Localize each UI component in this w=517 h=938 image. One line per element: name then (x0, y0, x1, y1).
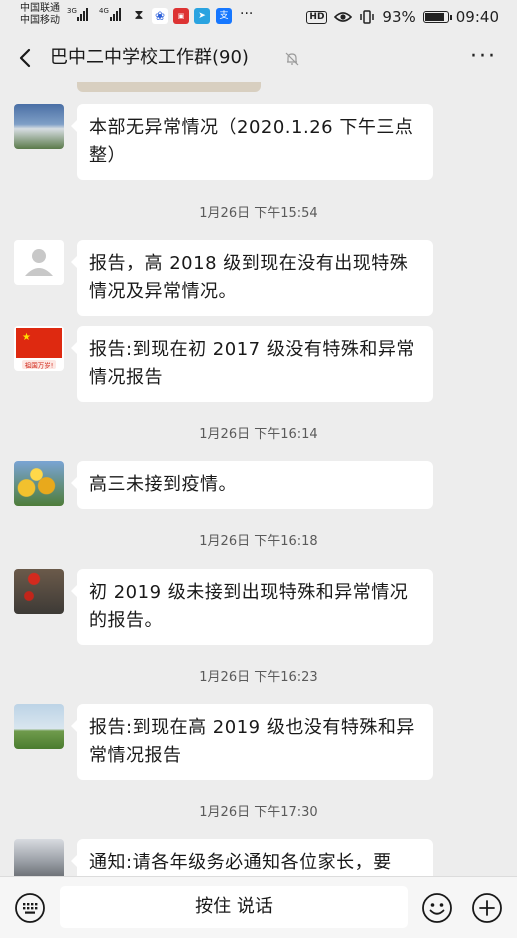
carrier-2: 中国移动 (20, 15, 60, 26)
more-notifications-icon: ··· (240, 6, 254, 22)
message-bubble[interactable]: 报告:到现在初 2017 级没有特殊和异常情况报告 (71, 326, 433, 402)
status-bar: 中国联通 中国移动 3G 4G ⧗ ❀ ▣ ➤ 支 ··· HD 93% 09:… (0, 0, 517, 34)
timestamp: 1月26日 下午16:14 (199, 427, 318, 442)
carrier-1: 中国联通 (20, 3, 60, 14)
signal-icon-1 (77, 8, 88, 21)
chat-header: 巴中二中学校工作群(90) ··· (0, 34, 517, 82)
hd-badge: HD (306, 10, 328, 24)
field-avatar[interactable] (14, 704, 64, 749)
input-bar: 按住 说话 (0, 876, 517, 938)
message-bubble[interactable]: 高三未接到疫情。 (71, 461, 433, 509)
message-bubble[interactable]: 初 2019 级未接到出现特殊和异常情况的报告。 (71, 569, 433, 645)
keyboard-icon[interactable] (14, 892, 46, 924)
network-type-1: 3G (67, 7, 77, 15)
more-options-icon[interactable]: ··· (470, 46, 497, 68)
eye-icon (334, 12, 353, 22)
group-title: 巴中二中学校工作群(90) (50, 47, 249, 68)
timestamp: 1月26日 下午15:54 (199, 206, 318, 221)
telegram-icon: ➤ (194, 8, 210, 24)
landscape-avatar[interactable] (14, 104, 64, 149)
hold-to-talk-button[interactable]: 按住 说话 (60, 886, 408, 928)
baidu-paw-icon: ❀ (152, 8, 168, 24)
message-bubble[interactable]: 本部无异常情况（2020.1.26 下午三点整） (71, 104, 433, 180)
default-person-avatar[interactable] (14, 240, 64, 285)
battery-icon (422, 11, 452, 23)
message-bubble[interactable]: 通知:请各年级务必通知各位家长，要 (71, 839, 433, 876)
signal-icon-2 (110, 8, 121, 21)
message-bubble[interactable]: 报告，高 2018 级到现在没有出现特殊情况及异常情况。 (71, 240, 433, 316)
chat-area[interactable]: 本部无异常情况（2020.1.26 下午三点整） 1月26日 下午15:54 报… (0, 82, 517, 876)
alarm-icon: ⧗ (134, 8, 144, 23)
mute-bell-icon (285, 52, 299, 66)
back-arrow-icon[interactable] (14, 46, 38, 70)
flag-avatar[interactable]: ★ 祖国万岁! (14, 326, 64, 371)
svg-text:★: ★ (22, 332, 31, 343)
emoji-icon[interactable] (421, 892, 453, 924)
news-app-icon: ▣ (173, 8, 189, 24)
timestamp: 1月26日 下午17:30 (199, 805, 318, 820)
previous-image-message[interactable] (77, 82, 261, 92)
carrier-labels: 中国联通 中国移动 (20, 3, 60, 27)
flowers-avatar[interactable] (14, 461, 64, 506)
alipay-icon: 支 (216, 8, 232, 24)
tree-avatar[interactable] (14, 839, 64, 876)
plus-icon[interactable] (471, 892, 503, 924)
network-type-2: 4G (99, 7, 109, 15)
timestamp: 1月26日 下午16:18 (199, 534, 318, 549)
vibrate-icon (360, 10, 375, 24)
timestamp: 1月26日 下午16:23 (199, 670, 318, 685)
lantern-avatar[interactable] (14, 569, 64, 614)
message-bubble[interactable]: 报告:到现在高 2019 级也没有特殊和异常情况报告 (71, 704, 433, 780)
clock: 09:40 (455, 8, 499, 26)
flag-caption: 祖国万岁! (25, 361, 54, 370)
status-right: HD 93% 09:40 (306, 7, 499, 27)
battery-percent: 93% (382, 8, 416, 26)
